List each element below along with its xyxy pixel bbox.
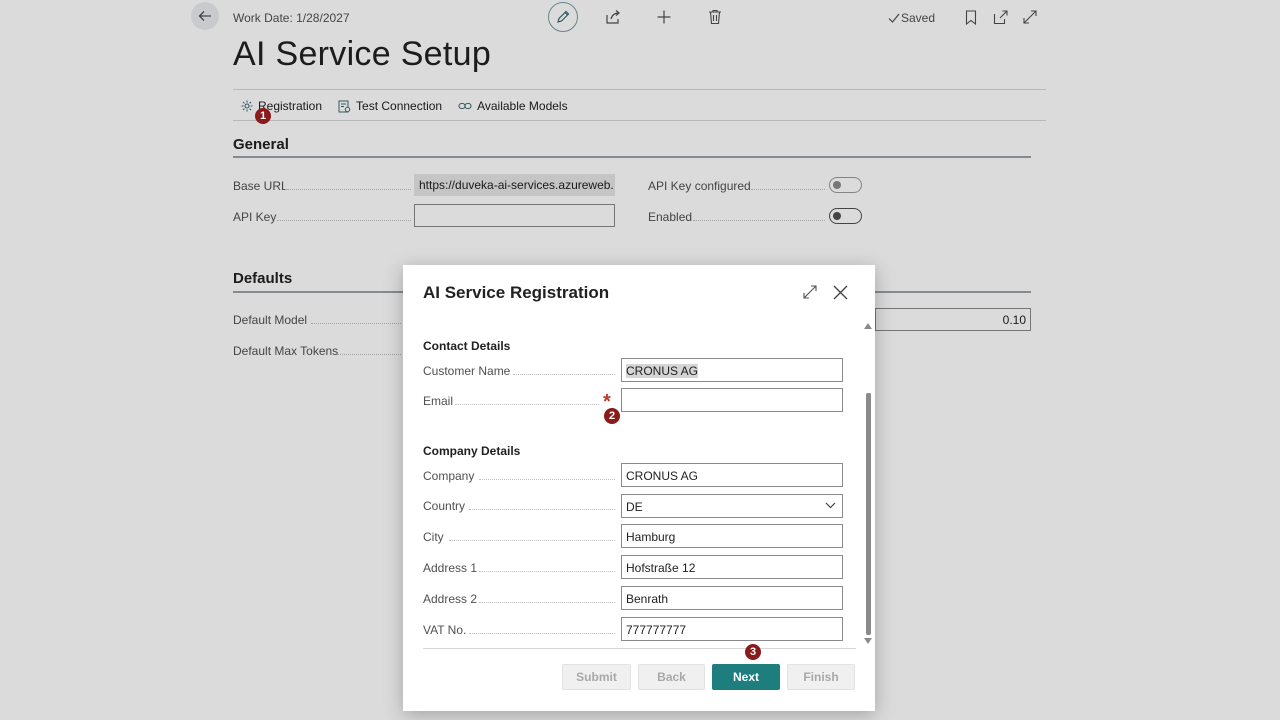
address2-field[interactable]: Benrath bbox=[621, 586, 843, 610]
step-badge: 3 bbox=[745, 644, 761, 660]
country-value: DE bbox=[626, 500, 643, 514]
email-field[interactable] bbox=[621, 388, 843, 412]
customer-name-label: Customer Name bbox=[423, 364, 511, 378]
company-details-heading: Company Details bbox=[423, 444, 521, 458]
country-select[interactable]: DE bbox=[621, 494, 843, 518]
customer-name-value: CRONUS AG bbox=[626, 364, 699, 378]
close-dialog-button[interactable] bbox=[830, 282, 850, 302]
address1-label: Address 1 bbox=[423, 561, 478, 575]
scroll-down-arrow[interactable] bbox=[864, 638, 872, 644]
submit-button[interactable]: Submit bbox=[562, 664, 631, 690]
close-icon bbox=[833, 285, 847, 299]
city-label: City bbox=[423, 530, 444, 544]
dialog-title: AI Service Registration bbox=[423, 283, 610, 302]
leader-dots bbox=[455, 404, 599, 405]
step-badge: 1 bbox=[255, 108, 271, 124]
back-button[interactable]: Back bbox=[638, 664, 705, 690]
email-label: Email bbox=[423, 394, 454, 408]
leader-dots bbox=[469, 633, 615, 634]
registration-dialog: AI Service Registration Contact Details … bbox=[403, 265, 875, 711]
company-label: Company bbox=[423, 469, 475, 483]
leader-dots bbox=[479, 479, 615, 480]
country-label: Country bbox=[423, 499, 466, 513]
company-field[interactable]: CRONUS AG bbox=[621, 463, 843, 487]
divider bbox=[423, 648, 856, 649]
scrollbar-thumb[interactable] bbox=[866, 393, 871, 635]
chevron-down-icon bbox=[825, 502, 836, 509]
leader-dots bbox=[479, 602, 615, 603]
customer-name-field[interactable]: CRONUS AG bbox=[621, 358, 843, 382]
next-button[interactable]: Next bbox=[712, 664, 780, 690]
leader-dots bbox=[513, 374, 615, 375]
city-field[interactable]: Hamburg bbox=[621, 524, 843, 548]
address2-label: Address 2 bbox=[423, 592, 478, 606]
leader-dots bbox=[449, 540, 615, 541]
vat-field[interactable]: 777777777 bbox=[621, 617, 843, 641]
scroll-up-arrow[interactable] bbox=[864, 323, 872, 329]
finish-button[interactable]: Finish bbox=[787, 664, 855, 690]
address1-field[interactable]: Hofstraße 12 bbox=[621, 555, 843, 579]
expand-icon bbox=[803, 285, 817, 299]
leader-dots bbox=[479, 571, 615, 572]
vat-label: VAT No. bbox=[423, 623, 467, 637]
contact-details-heading: Contact Details bbox=[423, 339, 511, 353]
expand-dialog-button[interactable] bbox=[800, 282, 820, 302]
step-badge: 2 bbox=[604, 408, 620, 424]
leader-dots bbox=[469, 509, 615, 510]
